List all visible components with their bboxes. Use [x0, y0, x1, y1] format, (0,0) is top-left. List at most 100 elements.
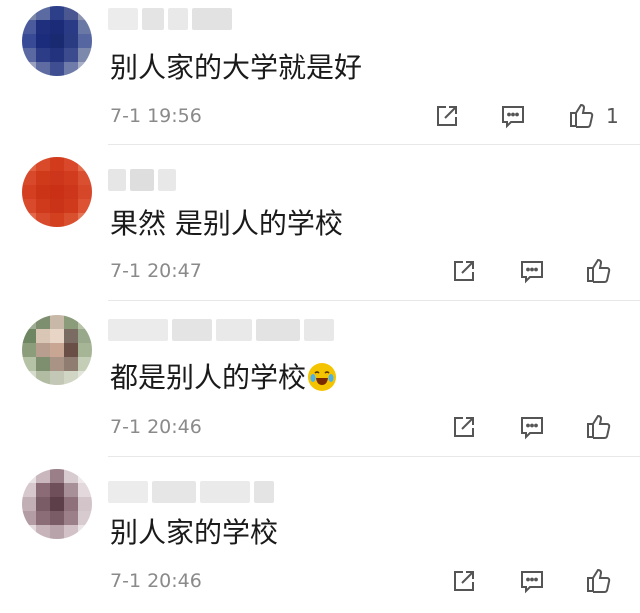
- comment-time: 7-1 20:47: [110, 260, 202, 282]
- avatar-pixel: [78, 371, 92, 385]
- avatar-pixel: [22, 483, 36, 497]
- avatar-pixel: [22, 511, 36, 525]
- avatar-pixel: [22, 315, 36, 329]
- avatar-pixel: [64, 34, 78, 48]
- like-button[interactable]: [566, 100, 596, 130]
- avatar-pixel: [50, 525, 64, 539]
- avatar-pixel: [78, 497, 92, 511]
- avatar-pixel: [50, 48, 64, 62]
- comment-icon: [521, 261, 543, 284]
- avatar-pixel: [78, 315, 92, 329]
- avatar-pixel: [50, 62, 64, 76]
- avatar-image: [22, 469, 92, 539]
- comment-item: 果然 是别人的学校 7-1 20:47: [0, 145, 640, 301]
- avatar-pixel: [64, 157, 78, 171]
- avatar-pixel: [50, 469, 64, 483]
- comment-icon: [502, 106, 524, 129]
- avatar-pixel: [64, 469, 78, 483]
- comment-text: 别人家的学校: [110, 516, 279, 549]
- laughing-crying-emoji-icon: [308, 363, 337, 391]
- avatar-pixel: [36, 469, 50, 483]
- avatar-image: [22, 157, 92, 227]
- avatar-pixel: [22, 199, 36, 213]
- avatar-pixel: [36, 199, 50, 213]
- username-blurred[interactable]: [108, 319, 334, 341]
- avatar[interactable]: [22, 315, 92, 385]
- avatar-pixel: [64, 315, 78, 329]
- avatar-pixel: [22, 357, 36, 371]
- avatar-pixel: [78, 34, 92, 48]
- avatar-image: [22, 315, 92, 385]
- comment-item: 别人家的大学就是好 7-1 19:56 1: [0, 0, 640, 145]
- avatar-pixel: [36, 511, 50, 525]
- share-icon: [437, 106, 457, 126]
- avatar-pixel: [64, 371, 78, 385]
- avatar-pixel: [50, 315, 64, 329]
- avatar-pixel: [22, 329, 36, 343]
- avatar-pixel: [50, 371, 64, 385]
- share-button[interactable]: [449, 256, 479, 286]
- like-button[interactable]: [583, 411, 613, 441]
- like-button[interactable]: [583, 565, 613, 595]
- share-button[interactable]: [449, 412, 479, 442]
- reply-button[interactable]: [517, 566, 547, 596]
- avatar-pixel: [22, 171, 36, 185]
- avatar-pixel: [36, 343, 50, 357]
- reply-button[interactable]: [498, 101, 528, 131]
- avatar-pixel: [22, 343, 36, 357]
- avatar-pixel: [50, 511, 64, 525]
- avatar-pixel: [50, 199, 64, 213]
- share-icon: [454, 261, 474, 281]
- avatar-pixel: [22, 48, 36, 62]
- username-blurred[interactable]: [108, 169, 176, 191]
- avatar-pixel: [22, 213, 36, 227]
- avatar-pixel: [50, 20, 64, 34]
- share-button[interactable]: [449, 566, 479, 596]
- avatar[interactable]: [22, 6, 92, 76]
- avatar[interactable]: [22, 469, 92, 539]
- avatar-pixel: [36, 525, 50, 539]
- avatar-pixel: [78, 357, 92, 371]
- avatar-pixel: [36, 48, 50, 62]
- avatar-pixel: [22, 525, 36, 539]
- comment-item: 都是别人的学校 7-1 20:46: [0, 301, 640, 457]
- comment-text: 果然 是别人的学校: [110, 207, 343, 240]
- avatar-pixel: [64, 171, 78, 185]
- thumbs-up-icon: [587, 258, 611, 283]
- reply-button[interactable]: [517, 412, 547, 442]
- avatar-pixel: [36, 371, 50, 385]
- avatar-pixel: [64, 525, 78, 539]
- avatar-pixel: [78, 483, 92, 497]
- avatar-pixel: [50, 185, 64, 199]
- username-blurred[interactable]: [108, 481, 274, 503]
- avatar-pixel: [36, 329, 50, 343]
- avatar-pixel: [36, 171, 50, 185]
- avatar[interactable]: [22, 157, 92, 227]
- comment-icon: [521, 417, 543, 440]
- avatar-pixel: [50, 329, 64, 343]
- share-icon: [454, 417, 474, 437]
- avatar-pixel: [36, 315, 50, 329]
- avatar-pixel: [50, 6, 64, 20]
- avatar-pixel: [64, 6, 78, 20]
- username-blurred[interactable]: [108, 8, 232, 30]
- avatar-pixel: [36, 357, 50, 371]
- avatar-pixel: [36, 157, 50, 171]
- avatar-pixel: [78, 329, 92, 343]
- like-button[interactable]: [583, 255, 613, 285]
- thumbs-up-icon: [570, 103, 594, 128]
- reply-button[interactable]: [517, 256, 547, 286]
- thumbs-up-icon: [587, 568, 611, 593]
- avatar-pixel: [64, 20, 78, 34]
- avatar-pixel: [78, 213, 92, 227]
- avatar-pixel: [36, 185, 50, 199]
- avatar-pixel: [22, 62, 36, 76]
- share-button[interactable]: [432, 101, 462, 131]
- avatar-pixel: [22, 34, 36, 48]
- avatar-pixel: [22, 497, 36, 511]
- avatar-pixel: [50, 343, 64, 357]
- avatar-pixel: [36, 6, 50, 20]
- avatar-pixel: [78, 48, 92, 62]
- avatar-image: [22, 6, 92, 76]
- avatar-pixel: [22, 185, 36, 199]
